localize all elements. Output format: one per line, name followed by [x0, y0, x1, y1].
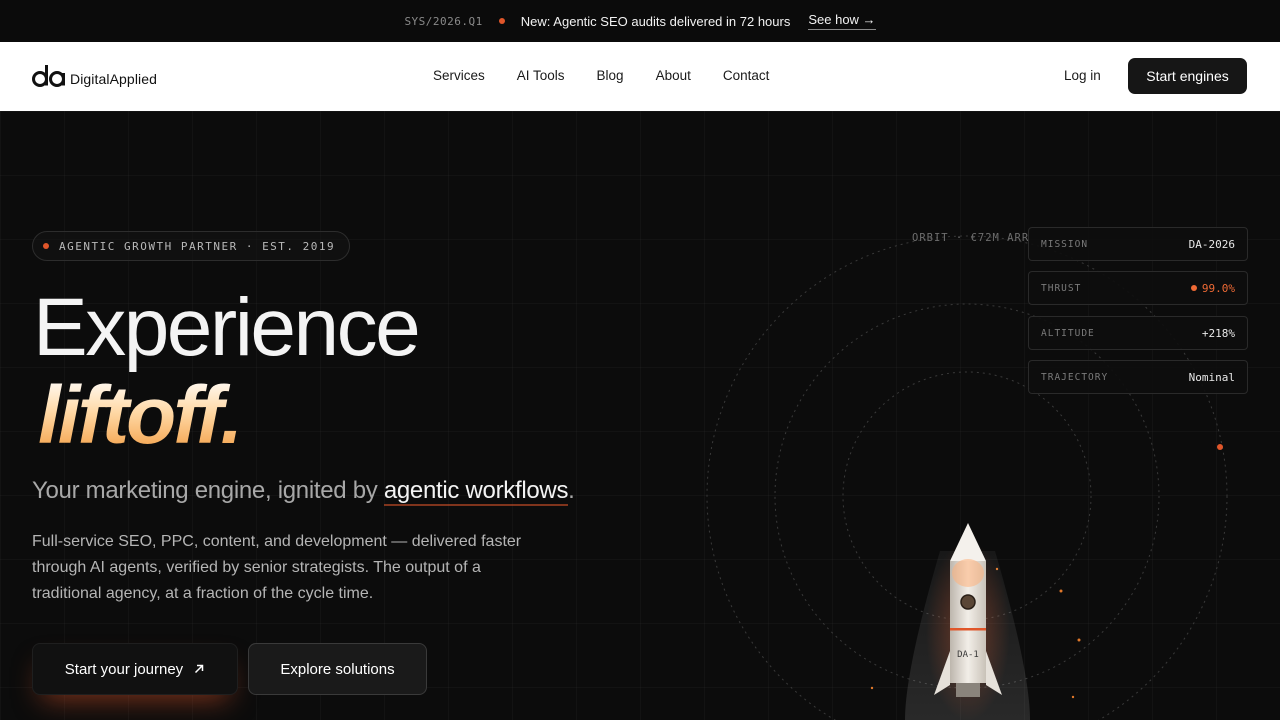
nav-link-about[interactable]: About: [656, 68, 691, 83]
rocket-icon: [934, 523, 1002, 697]
rocket-label: DA-1: [957, 650, 979, 660]
telemetry-key: THRUST: [1041, 282, 1082, 294]
telemetry-value: 99.0%: [1191, 282, 1235, 295]
orbit-rings: [706, 235, 1228, 720]
telemetry-key: ALTITUDE: [1041, 327, 1095, 339]
hero-badge: AGENTIC GROWTH PARTNER · EST. 2019: [32, 231, 351, 261]
hero-subtitle: Your marketing engine, ignited by agenti…: [32, 477, 575, 506]
logo[interactable]: DigitalApplied: [32, 64, 157, 88]
orbit-marker-dot: [1217, 444, 1223, 450]
telemetry-row-thrust: THRUST 99.0%: [1028, 271, 1248, 305]
see-how-link[interactable]: See how →: [808, 12, 876, 30]
telemetry-key: TRAJECTORY: [1041, 371, 1109, 383]
rocket-plume: [905, 551, 1030, 720]
explore-solutions-button[interactable]: Explore solutions: [248, 643, 427, 695]
nav-links: Services AI Tools Blog About Contact: [433, 68, 769, 83]
logo-mark-icon: [32, 65, 65, 87]
subtitle-highlight: agentic workflows: [383, 477, 569, 506]
nav-link-ai-tools[interactable]: AI Tools: [517, 68, 565, 83]
spark-particles: [870, 567, 1081, 699]
arrow-up-right-icon: [195, 664, 204, 674]
login-link[interactable]: Log in: [1064, 68, 1101, 83]
start-engines-button[interactable]: Start engines: [1128, 58, 1247, 94]
start-journey-button[interactable]: Start your journey: [32, 643, 238, 695]
nav-link-blog[interactable]: Blog: [597, 68, 624, 83]
telemetry-value: DA-2026: [1188, 237, 1235, 251]
telemetry-row-mission: MISSION DA-2026: [1028, 227, 1248, 261]
orbit-label: ORBIT · €72M ARR: [912, 232, 1030, 244]
start-journey-label: Start your journey: [64, 660, 184, 678]
telemetry-row-altitude: ALTITUDE +218%: [1028, 316, 1248, 350]
announcement-code: SYS/2026.Q1: [404, 14, 483, 28]
status-dot-icon: [498, 18, 505, 24]
announcement-message: New: Agentic SEO audits delivered in 72 …: [520, 13, 791, 29]
hero-description: Full-service SEO, PPC, content, and deve…: [32, 533, 522, 602]
telemetry-value: Nominal: [1188, 370, 1235, 384]
top-navigation: DigitalApplied Services AI Tools Blog Ab…: [0, 42, 1280, 111]
hero-section: DA-1 AGENTIC GROWTH PARTNER · EST. 2019 …: [0, 111, 1280, 720]
rocket-glow: [926, 541, 1010, 720]
hero-title-line1: Experience: [33, 282, 421, 373]
subtitle-suffix: .: [568, 477, 575, 504]
nav-link-contact[interactable]: Contact: [723, 68, 770, 83]
hero-title-line2: liftoff.: [38, 370, 243, 461]
announcement-bar: SYS/2026.Q1 New: Agentic SEO audits deli…: [0, 0, 1280, 42]
telemetry-key: MISSION: [1041, 238, 1089, 250]
telemetry-row-trajectory: TRAJECTORY Nominal: [1028, 360, 1248, 394]
logo-text: DigitalApplied: [70, 71, 158, 87]
nav-link-services[interactable]: Services: [433, 68, 485, 83]
telemetry-value: +218%: [1201, 326, 1235, 340]
subtitle-prefix: Your marketing engine, ignited by: [32, 477, 384, 504]
